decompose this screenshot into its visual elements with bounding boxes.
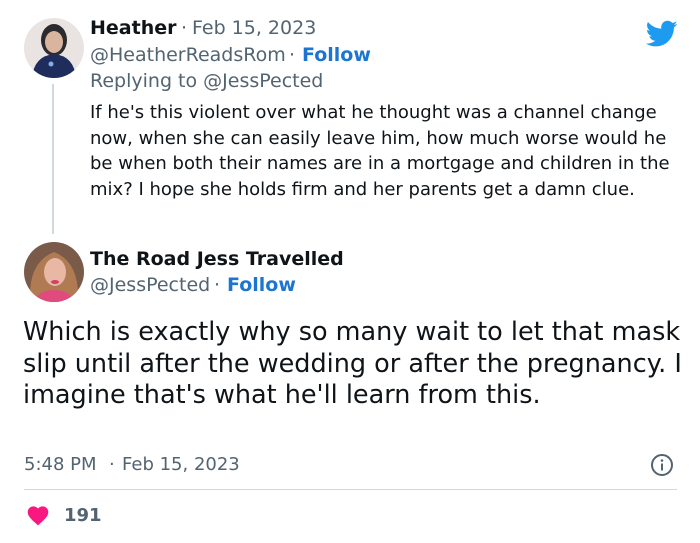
main-author-handle[interactable]: @JessPected bbox=[90, 274, 210, 296]
separator-dot: · bbox=[214, 274, 221, 296]
tweet-date[interactable]: Feb 15, 2023 bbox=[122, 454, 240, 475]
follow-button-heather[interactable]: Follow bbox=[302, 44, 371, 66]
tweet-time[interactable]: 5:48 PM bbox=[24, 454, 97, 475]
twitter-bird-icon[interactable] bbox=[645, 20, 678, 48]
avatar-heather[interactable] bbox=[24, 18, 84, 78]
info-icon[interactable] bbox=[650, 453, 674, 477]
separator-dot: · bbox=[109, 454, 115, 475]
separator-dot: · bbox=[181, 17, 188, 39]
divider bbox=[24, 489, 677, 490]
main-author-name[interactable]: The Road Jess Travelled bbox=[90, 248, 344, 270]
heart-icon[interactable] bbox=[26, 504, 50, 526]
reply-author-name[interactable]: Heather bbox=[90, 17, 176, 39]
avatar-jess[interactable] bbox=[24, 242, 84, 302]
replying-to-label: Replying to @JessPected bbox=[90, 70, 324, 92]
like-count[interactable]: 191 bbox=[64, 505, 102, 526]
reply-author-handle[interactable]: @HeatherReadsRom bbox=[90, 44, 286, 66]
reply-tweet-text: If he's this violent over what he though… bbox=[90, 102, 670, 200]
thread-connector bbox=[52, 84, 54, 234]
separator-dot: · bbox=[289, 44, 296, 66]
follow-button-jess[interactable]: Follow bbox=[227, 274, 296, 296]
reply-date[interactable]: Feb 15, 2023 bbox=[192, 17, 316, 39]
main-tweet-text: Which is exactly why so many wait to let… bbox=[23, 317, 682, 410]
